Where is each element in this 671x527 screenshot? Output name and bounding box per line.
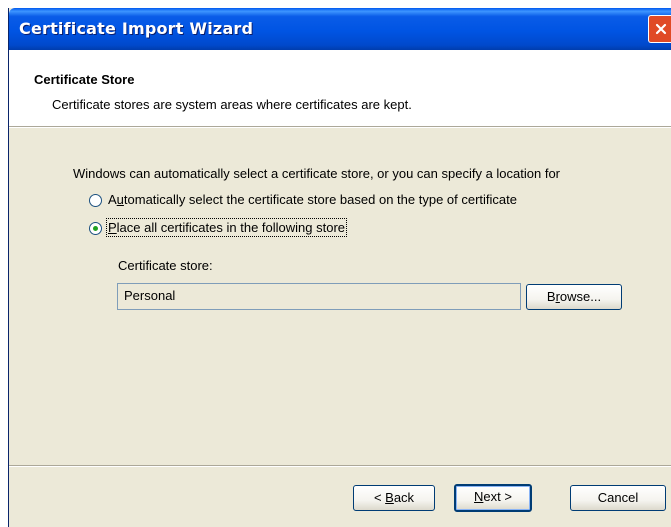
radio-auto-select[interactable] [89,194,102,207]
page-description: Certificate stores are system areas wher… [52,97,412,112]
window-title: Certificate Import Wizard [19,19,254,38]
wizard-window: Certificate Import Wizard Certificate St… [8,8,671,527]
header-divider [9,126,671,128]
page-title: Certificate Store [34,72,135,87]
intro-text: Windows can automatically select a certi… [73,166,560,181]
radio-place-in-store-label[interactable]: Place all certificates in the following … [105,218,348,237]
back-button[interactable]: < Back [353,485,435,511]
close-icon [655,23,666,35]
next-button[interactable]: Next > [454,484,532,512]
wizard-header: Certificate Store Certificate stores are… [9,50,671,126]
close-button[interactable] [648,15,671,43]
store-label: Certificate store: [118,258,213,273]
certificate-store-field[interactable]: Personal [117,283,521,310]
radio-place-in-store[interactable] [89,222,102,235]
title-bar[interactable]: Certificate Import Wizard [9,8,671,50]
browse-button[interactable]: Browse... [526,284,622,310]
cancel-button[interactable]: Cancel [570,485,666,511]
footer-divider [9,465,671,467]
radio-auto-select-label[interactable]: Automatically select the certificate sto… [108,192,517,207]
